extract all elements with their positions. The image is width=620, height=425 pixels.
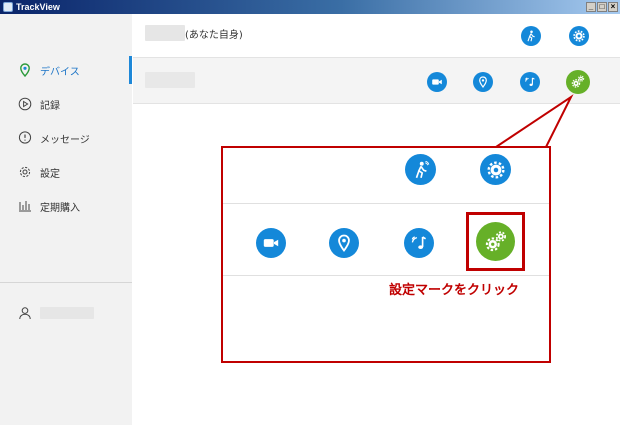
sidebar-item-subscription[interactable]: 定期購入	[0, 192, 132, 220]
location-pin-icon	[329, 228, 359, 258]
zoom-callout: 設定マークをクリック	[221, 146, 551, 363]
video-camera-icon	[256, 228, 286, 258]
video-camera-icon[interactable]	[427, 72, 447, 92]
sidebar-item-label: 設定	[40, 168, 60, 180]
sidebar-item-devices[interactable]: デバイス	[0, 56, 132, 84]
gear-icon	[18, 165, 32, 179]
music-note-icon[interactable]	[520, 72, 540, 92]
walking-person-icon[interactable]	[521, 26, 541, 46]
gears-icon[interactable]	[566, 70, 590, 94]
callout-instruction: 設定マークをクリック	[389, 283, 520, 298]
walking-person-icon	[405, 154, 436, 185]
username-redacted	[40, 307, 94, 319]
close-button[interactable]: ×	[608, 2, 618, 12]
sidebar-item-label: 記録	[40, 100, 60, 112]
device-name-redacted	[145, 72, 195, 88]
sidebar-item-label: 定期購入	[40, 202, 80, 214]
app-icon	[3, 2, 13, 12]
active-indicator	[129, 56, 132, 84]
location-pin-icon[interactable]	[473, 72, 493, 92]
sidebar-item-records[interactable]: 記録	[0, 90, 132, 118]
minimize-button[interactable]: _	[586, 2, 596, 12]
bar-chart-icon	[18, 199, 32, 213]
user-account[interactable]	[0, 302, 132, 324]
window-title: TrackView	[16, 2, 60, 12]
music-note-icon	[404, 228, 434, 258]
sidebar: デバイス 記録 メッセージ 設定 定期購入	[0, 14, 132, 425]
device-row-2[interactable]	[133, 58, 620, 104]
callout-divider	[223, 275, 549, 276]
location-pin-icon	[18, 63, 32, 77]
title-bar: TrackView _ □ ×	[0, 0, 620, 14]
sidebar-item-label: デバイス	[40, 66, 80, 78]
device-row-self[interactable]: (あなた自身)	[133, 14, 620, 58]
settings-gear-icon	[480, 154, 511, 185]
device-name	[145, 72, 195, 88]
sidebar-item-label: メッセージ	[40, 134, 90, 146]
settings-gear-icon[interactable]	[569, 26, 589, 46]
device-name-suffix: (あなた自身)	[185, 29, 243, 41]
sidebar-item-settings[interactable]: 設定	[0, 158, 132, 186]
device-name-redacted	[145, 25, 185, 41]
callout-divider	[223, 203, 549, 204]
chat-bubble-icon	[18, 131, 32, 145]
sidebar-divider	[0, 282, 132, 283]
gears-icon	[476, 222, 515, 261]
device-name: (あなた自身)	[145, 25, 243, 41]
sidebar-item-messages[interactable]: メッセージ	[0, 124, 132, 152]
maximize-button[interactable]: □	[597, 2, 607, 12]
play-circle-icon	[18, 97, 32, 111]
user-icon	[18, 306, 32, 320]
